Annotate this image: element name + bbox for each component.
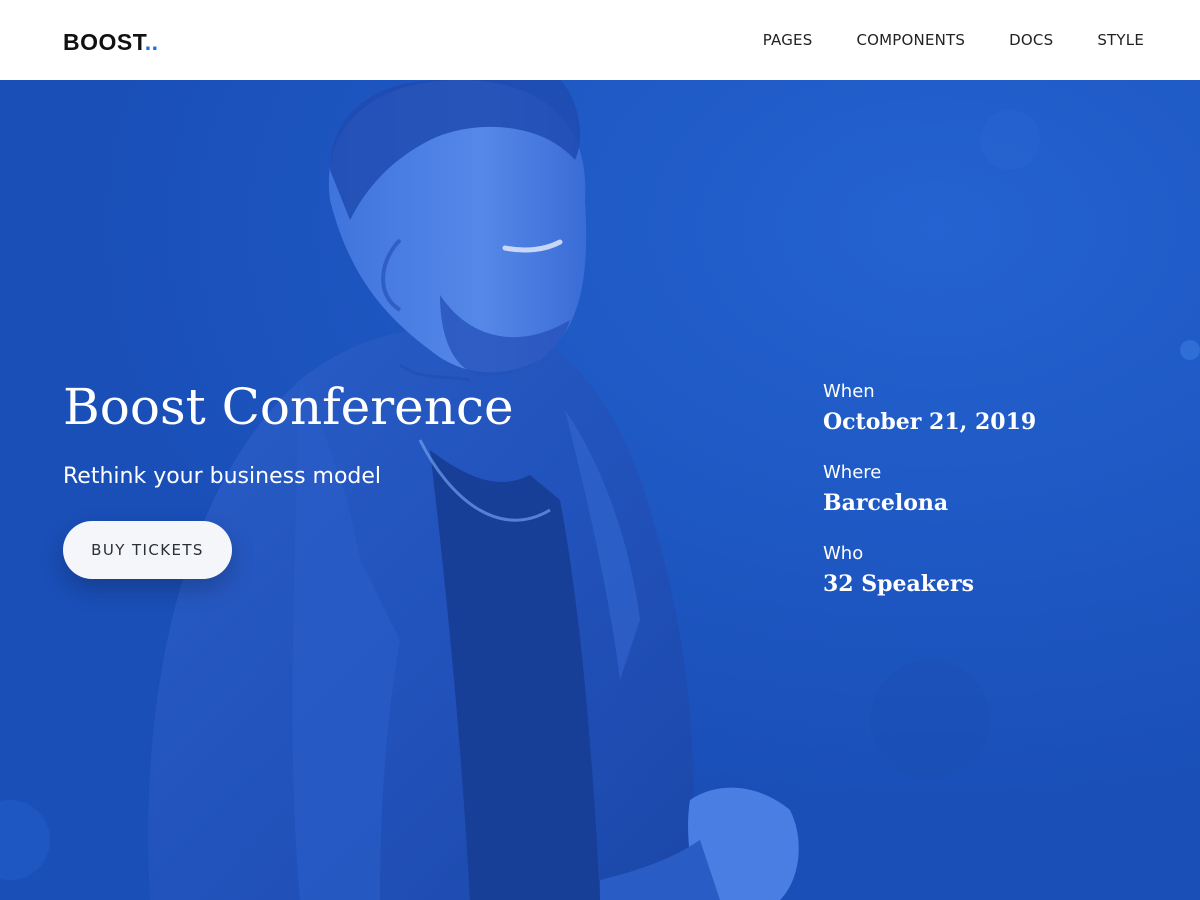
detail-label: Who: [823, 543, 864, 564]
detail-who: Who 32 Speakers: [823, 542, 1143, 599]
hero-subtitle: Rethink your business model: [63, 464, 382, 489]
main-nav: PAGES COMPONENTS DOCS STYLE: [763, 30, 1144, 50]
brand-dots: ..: [144, 29, 159, 55]
detail-label: When: [823, 381, 875, 402]
event-details: When October 21, 2019 Where Barcelona Wh…: [823, 380, 1143, 623]
nav-item-style[interactable]: STYLE: [1097, 30, 1144, 50]
brand-name: BOOST: [63, 29, 145, 55]
buy-tickets-button[interactable]: BUY TICKETS: [63, 521, 232, 579]
detail-when: When October 21, 2019: [823, 380, 1143, 437]
brand-logo[interactable]: BOOST..: [63, 28, 159, 56]
detail-value: 32 Speakers: [823, 571, 975, 597]
top-navbar: BOOST.. PAGES COMPONENTS DOCS STYLE: [0, 0, 1200, 80]
detail-label: Where: [823, 462, 882, 483]
detail-where: Where Barcelona: [823, 461, 1143, 518]
nav-item-pages[interactable]: PAGES: [763, 30, 813, 50]
detail-value: October 21, 2019: [823, 409, 1037, 435]
detail-value: Barcelona: [823, 490, 949, 516]
nav-item-docs[interactable]: DOCS: [1009, 30, 1053, 50]
hero-title: Boost Conference: [63, 378, 514, 436]
hero-section: Boost Conference Rethink your business m…: [0, 80, 1200, 900]
nav-item-components[interactable]: COMPONENTS: [856, 30, 965, 50]
